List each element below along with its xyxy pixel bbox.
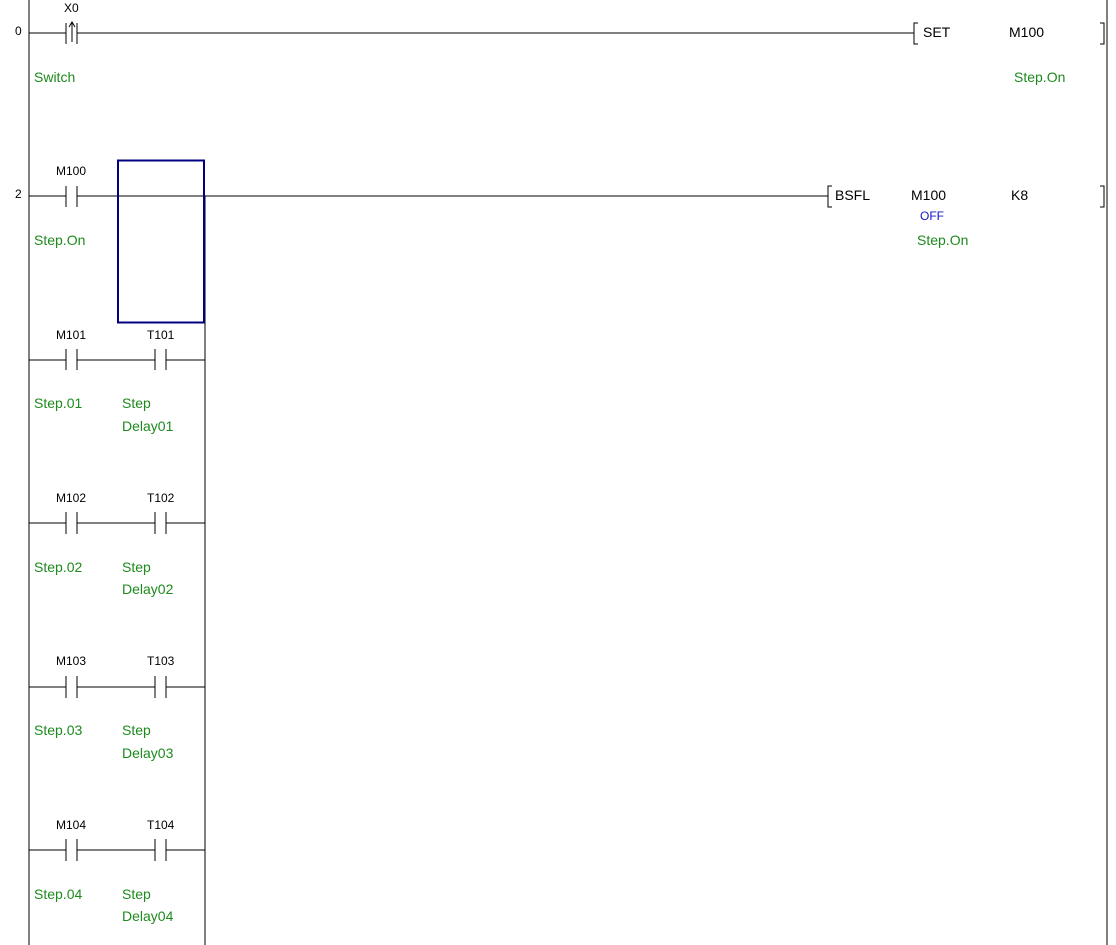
device-label-t102: T102 xyxy=(147,491,175,505)
device-label-m104: M104 xyxy=(56,818,87,832)
ladder-diagram xyxy=(28,0,1108,945)
operand-m100-rung-0: M100 xyxy=(1009,24,1045,40)
device-label-m103: M103 xyxy=(56,654,87,668)
branch-m101-t101[interactable] xyxy=(29,349,205,370)
step-number-rung-2: 2 xyxy=(15,187,22,201)
device-label-m102: M102 xyxy=(56,491,87,505)
comment-t101-line-1: Step xyxy=(122,395,151,411)
comment-step-on-rung-0: Step.On xyxy=(1014,69,1066,85)
branch-m103-t103[interactable] xyxy=(29,676,205,698)
contact-m100[interactable] xyxy=(65,186,78,207)
device-label-t103: T103 xyxy=(147,654,175,668)
comment-t103-line-2: Delay03 xyxy=(122,745,174,761)
comment-t103-line-1: Step xyxy=(122,722,151,738)
operand-k8: K8 xyxy=(1011,187,1029,203)
comment-t104-line-1: Step xyxy=(122,886,151,902)
device-label-m101: M101 xyxy=(56,328,87,342)
instruction-set: SET xyxy=(923,24,951,40)
device-label-m100: M100 xyxy=(56,164,87,178)
instruction-bsfl: BSFL xyxy=(835,187,871,203)
operand-m100-rung-2: M100 xyxy=(911,187,947,203)
comment-step-02: Step.02 xyxy=(34,559,83,575)
branch-m102-t102[interactable] xyxy=(29,512,205,534)
comment-step-03: Step.03 xyxy=(34,722,83,738)
branch-m104-t104[interactable] xyxy=(29,839,205,861)
device-label-t101: T101 xyxy=(147,328,175,342)
rung-2[interactable] xyxy=(29,185,1105,945)
edit-cursor[interactable] xyxy=(117,159,205,324)
comment-step-on-contact: Step.On xyxy=(34,232,86,248)
monitor-value-off: OFF xyxy=(920,209,944,223)
comment-t102-line-1: Step xyxy=(122,559,151,575)
step-number-rung-0: 0 xyxy=(15,24,22,38)
contact-x0-rising-edge[interactable] xyxy=(65,21,78,44)
comment-t102-line-2: Delay02 xyxy=(122,581,174,597)
comment-step-01: Step.01 xyxy=(34,395,83,411)
comment-t104-line-2: Delay04 xyxy=(122,908,174,924)
comment-step-04: Step.04 xyxy=(34,886,83,902)
device-label-t104: T104 xyxy=(147,818,175,832)
comment-t101-line-2: Delay01 xyxy=(122,418,174,434)
comment-step-on-operand: Step.On xyxy=(917,232,969,248)
device-label-x0: X0 xyxy=(64,1,79,15)
comment-switch: Switch xyxy=(34,69,76,85)
